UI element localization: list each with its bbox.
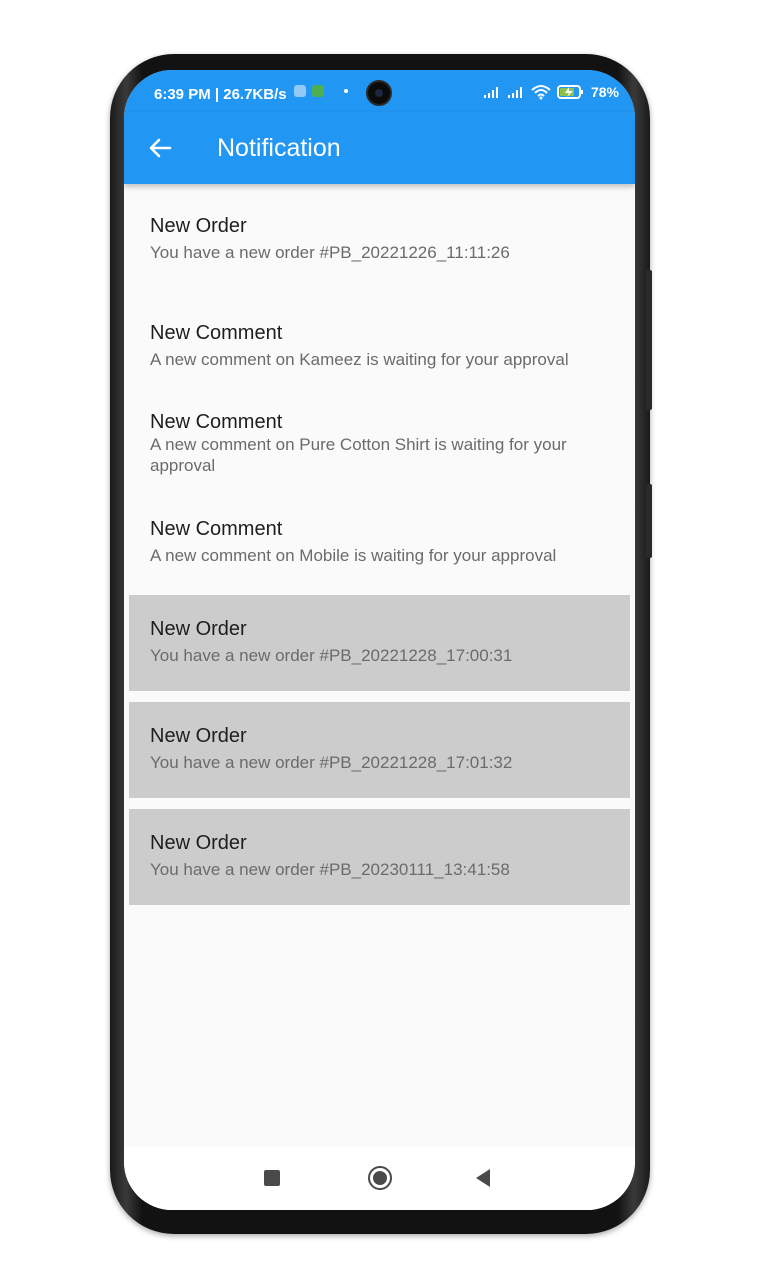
notification-title: New Order bbox=[150, 618, 247, 640]
notification-body: You have a new order #PB_20221226_11:11:… bbox=[150, 243, 510, 262]
arrow-left-icon[interactable] bbox=[146, 134, 174, 162]
notification-list: New Order You have a new order #PB_20221… bbox=[124, 184, 635, 905]
sync-icon bbox=[294, 85, 306, 97]
notification-body: A new comment on Pure Cotton Shirt is wa… bbox=[150, 435, 567, 475]
notification-item-unread[interactable]: New Order You have a new order #PB_20221… bbox=[129, 595, 630, 691]
notification-body: A new comment on Mobile is waiting for y… bbox=[150, 546, 557, 565]
notification-title: New Order bbox=[150, 215, 247, 237]
front-camera bbox=[366, 80, 392, 106]
power-button bbox=[646, 484, 652, 558]
status-bar: 6:39 PM | 26.7KB/s 78% bbox=[124, 70, 635, 112]
signal-icon bbox=[483, 87, 498, 98]
phone-screen: 6:39 PM | 26.7KB/s 78% Notification New … bbox=[124, 70, 635, 1210]
android-icon bbox=[312, 85, 324, 97]
home-circle-icon[interactable] bbox=[368, 1166, 392, 1190]
status-time: 6:39 PM | 26.7KB/s bbox=[154, 86, 287, 103]
notification-body: A new comment on Kameez is waiting for y… bbox=[150, 350, 569, 369]
notification-item[interactable]: New Order You have a new order #PB_20221… bbox=[124, 184, 635, 291]
notification-title: New Comment bbox=[150, 411, 283, 433]
wifi-icon bbox=[531, 85, 551, 100]
notification-item-unread[interactable]: New Order You have a new order #PB_20230… bbox=[129, 809, 630, 905]
notification-item-unread[interactable]: New Order You have a new order #PB_20221… bbox=[129, 702, 630, 798]
notification-title: New Comment bbox=[150, 322, 283, 344]
notification-item[interactable]: New Comment A new comment on Mobile is w… bbox=[124, 487, 635, 595]
notification-item[interactable]: New Comment A new comment on Kameez is w… bbox=[124, 291, 635, 380]
notification-body: You have a new order #PB_20221228_17:01:… bbox=[150, 753, 513, 772]
notification-title: New Order bbox=[150, 832, 247, 854]
status-left-icons bbox=[294, 85, 348, 97]
recent-apps-square-icon[interactable] bbox=[264, 1170, 280, 1186]
notification-title: New Order bbox=[150, 725, 247, 747]
battery-percentage: 78% bbox=[590, 84, 619, 100]
notification-body: You have a new order #PB_20230111_13:41:… bbox=[150, 860, 510, 879]
notification-item[interactable]: New Comment A new comment on Pure Cotton… bbox=[124, 380, 635, 487]
page-title: Notification bbox=[217, 134, 341, 162]
signal-icon bbox=[507, 87, 522, 98]
notification-title: New Comment bbox=[150, 518, 283, 540]
volume-button bbox=[646, 270, 652, 410]
system-nav-bar bbox=[124, 1146, 635, 1210]
battery-charging-icon bbox=[556, 85, 583, 99]
status-right-icons: 78% bbox=[483, 84, 619, 100]
dot-icon bbox=[344, 89, 348, 93]
app-bar: Notification bbox=[124, 112, 635, 184]
notification-body: You have a new order #PB_20221228_17:00:… bbox=[150, 646, 513, 665]
back-triangle-icon[interactable] bbox=[476, 1169, 490, 1187]
